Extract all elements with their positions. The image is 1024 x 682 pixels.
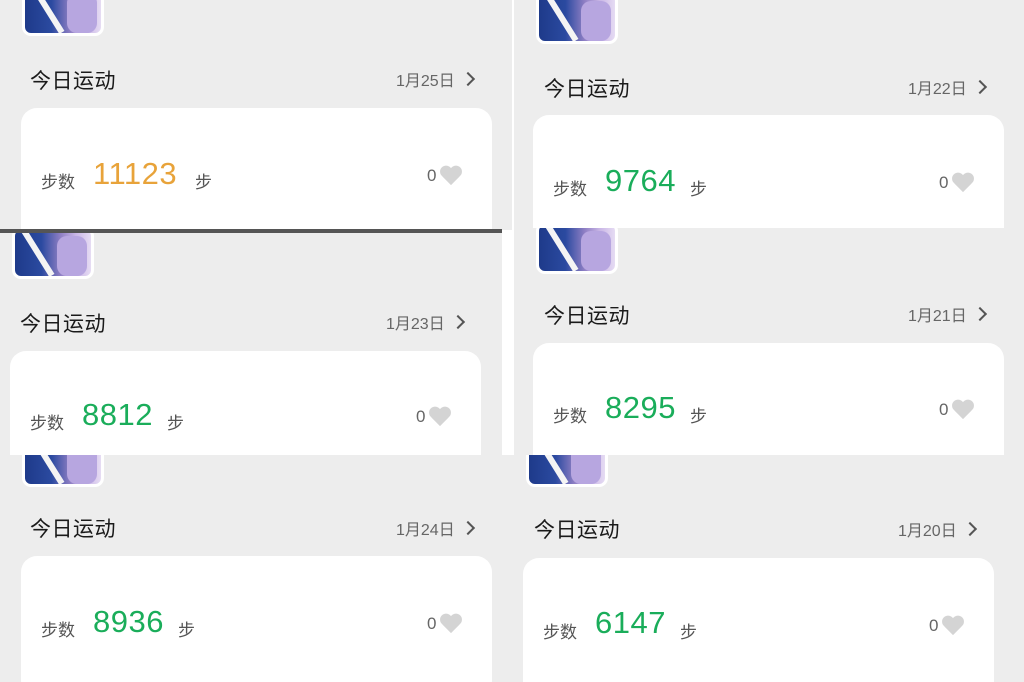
steps-unit: 步	[195, 173, 212, 192]
date-link[interactable]: 1月24日	[396, 516, 475, 540]
like-button[interactable]: 0	[929, 616, 964, 636]
avatar[interactable]	[12, 233, 94, 279]
like-count: 0	[929, 616, 939, 635]
steps-card[interactable]: 步数 8812 步 0	[10, 351, 481, 455]
like-button[interactable]: 0	[939, 173, 974, 193]
date-link[interactable]: 1月20日	[898, 517, 977, 541]
chevron-right-icon	[460, 520, 475, 536]
steps-unit: 步	[680, 623, 697, 642]
avatar[interactable]	[536, 0, 618, 44]
chevron-right-icon	[972, 306, 987, 322]
steps-unit: 步	[167, 414, 184, 433]
sport-panel: 今日运动 1月22日 步数 9764 步 0	[514, 0, 1024, 228]
steps-card[interactable]: 步数 6147 步 0	[523, 558, 994, 682]
date-link[interactable]: 1月21日	[908, 302, 987, 326]
panel-title: 今日运动	[544, 78, 630, 101]
steps-label: 步数	[41, 173, 75, 192]
chevron-right-icon	[962, 521, 977, 537]
steps-card[interactable]: 步数 9764 步 0	[533, 115, 1004, 228]
like-count: 0	[416, 407, 426, 426]
like-count: 0	[427, 166, 437, 185]
date-label: 1月20日	[898, 523, 957, 540]
steps-unit: 步	[178, 621, 195, 640]
date-label: 1月25日	[396, 73, 455, 90]
date-link[interactable]: 1月22日	[908, 75, 987, 99]
panel-title: 今日运动	[544, 305, 630, 328]
sport-panel: 今日运动 1月25日 步数 11123 步 0	[0, 0, 512, 230]
heart-icon	[952, 173, 974, 193]
heart-icon	[440, 166, 462, 186]
date-label: 1月21日	[908, 308, 967, 325]
steps-value: 9764	[605, 163, 676, 198]
chevron-right-icon	[460, 71, 475, 87]
like-count: 0	[939, 400, 949, 419]
steps-label: 步数	[543, 623, 577, 642]
steps-value: 8295	[605, 390, 676, 425]
like-button[interactable]: 0	[427, 614, 462, 634]
like-count: 0	[939, 173, 949, 192]
date-label: 1月22日	[908, 81, 967, 98]
chevron-right-icon	[450, 314, 465, 330]
steps-label: 步数	[41, 621, 75, 640]
panel-title: 今日运动	[30, 70, 116, 93]
avatar[interactable]	[22, 0, 104, 36]
steps-label: 步数	[553, 407, 587, 426]
heart-icon	[952, 400, 974, 420]
date-label: 1月23日	[386, 316, 445, 333]
steps-card[interactable]: 步数 8936 步 0	[21, 556, 492, 682]
date-label: 1月24日	[396, 522, 455, 539]
chevron-right-icon	[972, 79, 987, 95]
date-link[interactable]: 1月25日	[396, 67, 475, 91]
heart-icon	[440, 614, 462, 634]
steps-unit: 步	[690, 407, 707, 426]
sport-panel: 今日运动 1月20日 步数 6147 步 0	[512, 455, 1024, 682]
sport-panel: 今日运动 1月23日 步数 8812 步 0	[0, 233, 502, 455]
avatar[interactable]	[536, 228, 618, 274]
sport-panel: 今日运动 1月24日 步数 8936 步 0	[0, 455, 512, 682]
panel-title: 今日运动	[20, 313, 106, 336]
panel-title: 今日运动	[30, 518, 116, 541]
steps-label: 步数	[30, 414, 64, 433]
steps-card[interactable]: 步数 8295 步 0	[533, 343, 1004, 455]
panel-title: 今日运动	[534, 519, 620, 542]
avatar[interactable]	[526, 455, 608, 487]
heart-icon	[942, 616, 964, 636]
avatar[interactable]	[22, 455, 104, 487]
steps-card[interactable]: 步数 11123 步 0	[21, 108, 492, 230]
sport-panel: 今日运动 1月21日 步数 8295 步 0	[514, 228, 1024, 455]
steps-unit: 步	[690, 180, 707, 199]
steps-label: 步数	[553, 180, 587, 199]
heart-icon	[429, 407, 451, 427]
like-button[interactable]: 0	[939, 400, 974, 420]
like-button[interactable]: 0	[416, 407, 451, 427]
like-count: 0	[427, 614, 437, 633]
date-link[interactable]: 1月23日	[386, 310, 465, 334]
steps-value: 11123	[93, 156, 178, 191]
like-button[interactable]: 0	[427, 166, 462, 186]
steps-value: 8812	[82, 397, 153, 432]
steps-value: 6147	[595, 605, 666, 640]
steps-value: 8936	[93, 604, 164, 639]
